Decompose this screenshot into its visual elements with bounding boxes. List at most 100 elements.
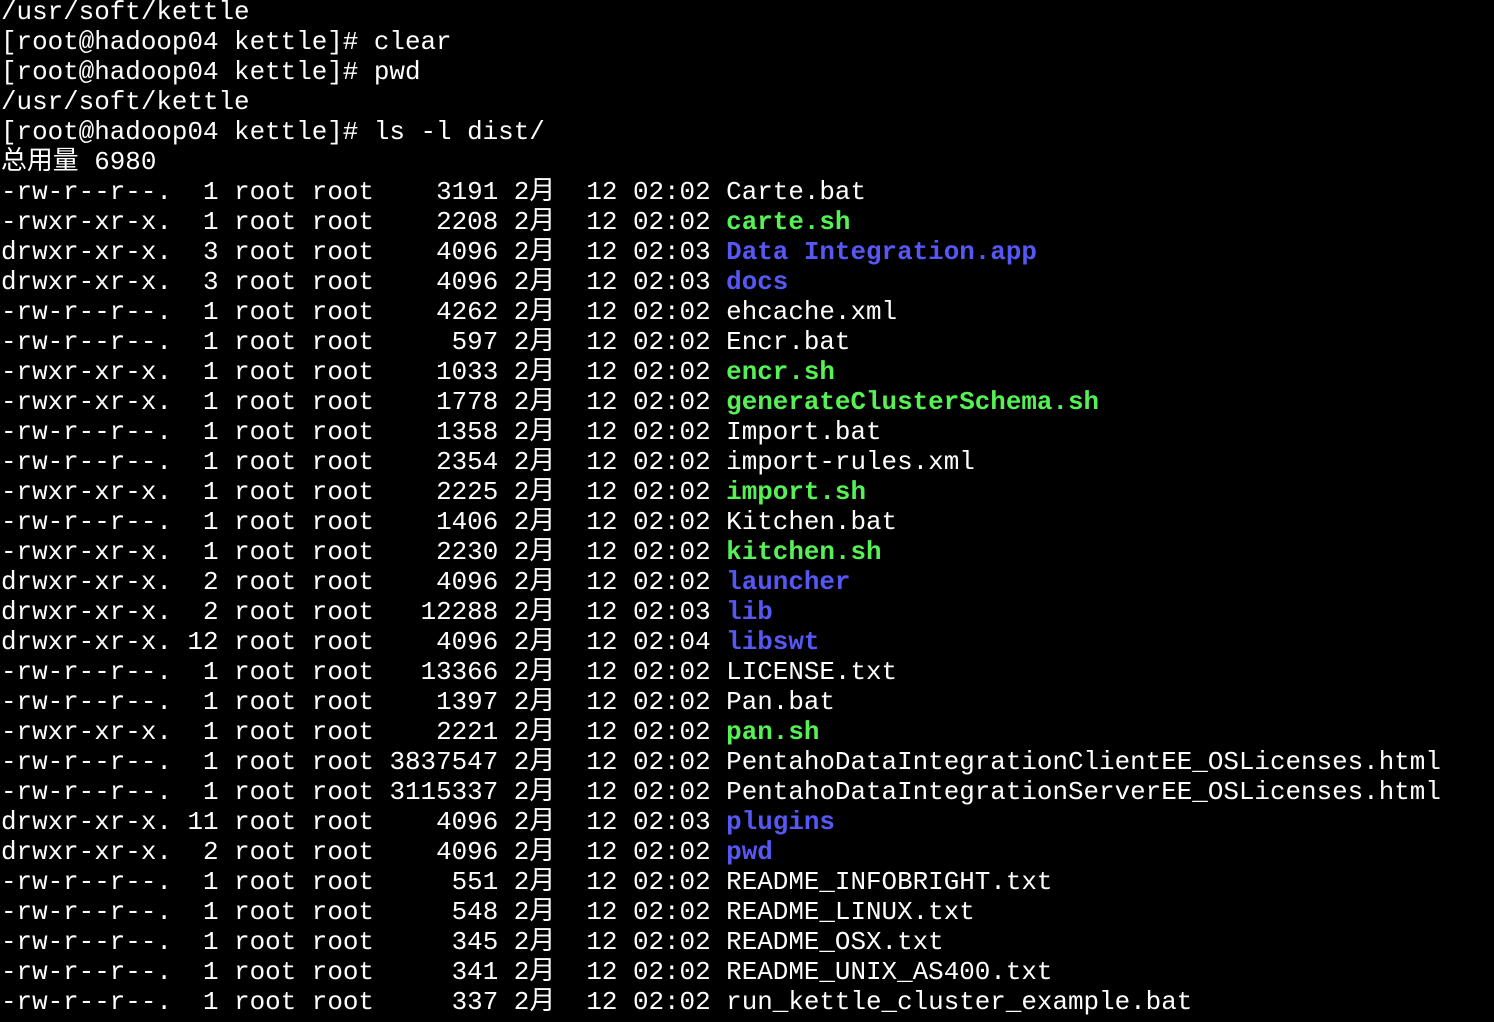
file-size: 1406 [436, 507, 499, 537]
day: 12 [586, 627, 618, 657]
link-count: 1 [202, 207, 219, 237]
owner: root [234, 777, 297, 807]
day: 12 [586, 507, 618, 537]
executable-name: generateClusterSchema.sh [726, 387, 1100, 417]
day: 12 [586, 297, 618, 327]
owner: root [234, 177, 297, 207]
ls-row: -rw-r--r--. 1 root root 551 2月 12 02:02 … [1, 867, 1494, 897]
time: 02:02 [632, 507, 711, 537]
ls-row: -rw-r--r--. 1 root root 3191 2月 12 02:02… [1, 177, 1494, 207]
ls-row: -rw-r--r--. 1 root root 345 2月 12 02:02 … [1, 927, 1494, 957]
day: 12 [586, 357, 618, 387]
time: 02:03 [632, 237, 711, 267]
time: 02:02 [632, 207, 711, 237]
ls-row: -rw-r--r--. 1 root root 3115337 2月 12 02… [1, 777, 1494, 807]
file-size: 341 [451, 957, 499, 987]
file-name: import-rules.xml [726, 447, 975, 477]
owner: root [234, 627, 297, 657]
file-size: 2208 [436, 207, 499, 237]
group: root [311, 477, 374, 507]
time: 02:02 [632, 927, 711, 957]
owner: root [234, 327, 297, 357]
file-size: 3837547 [389, 747, 499, 777]
file-size: 1358 [436, 417, 499, 447]
link-count: 1 [202, 987, 219, 1017]
ls-row: -rw-r--r--. 1 root root 1406 2月 12 02:02… [1, 507, 1494, 537]
permissions: drwxr-xr-x. [1, 807, 172, 837]
link-count: 1 [202, 687, 219, 717]
ls-row: drwxr-xr-x. 3 root root 4096 2月 12 02:03… [1, 267, 1494, 297]
command-line-pwd: [root@hadoop04 kettle]# pwd [1, 57, 421, 87]
ls-row: -rw-r--r--. 1 root root 13366 2月 12 02:0… [1, 657, 1494, 687]
file-size: 4096 [436, 567, 499, 597]
day: 12 [586, 897, 618, 927]
month: 2月 [513, 597, 556, 627]
file-name: ehcache.xml [726, 297, 898, 327]
permissions: -rw-r--r--. [1, 897, 172, 927]
permissions: -rw-r--r--. [1, 417, 172, 447]
link-count: 3 [202, 267, 219, 297]
group: root [311, 297, 374, 327]
month: 2月 [513, 207, 556, 237]
owner: root [234, 867, 297, 897]
month: 2月 [513, 297, 556, 327]
owner: root [234, 507, 297, 537]
directory-name: plugins [726, 807, 835, 837]
permissions: drwxr-xr-x. [1, 597, 172, 627]
link-count: 1 [202, 717, 219, 747]
group: root [311, 717, 374, 747]
day: 12 [586, 957, 618, 987]
link-count: 1 [202, 927, 219, 957]
permissions: -rw-r--r--. [1, 177, 172, 207]
time: 02:02 [632, 657, 711, 687]
time: 02:02 [632, 567, 711, 597]
owner: root [234, 477, 297, 507]
day: 12 [586, 687, 618, 717]
permissions: -rw-r--r--. [1, 867, 172, 897]
permissions: -rw-r--r--. [1, 747, 172, 777]
month: 2月 [513, 507, 556, 537]
directory-name: docs [726, 267, 789, 297]
link-count: 12 [187, 627, 219, 657]
time: 02:02 [632, 477, 711, 507]
ls-row: drwxr-xr-x. 11 root root 4096 2月 12 02:0… [1, 807, 1494, 837]
file-size: 4096 [436, 627, 499, 657]
file-size: 597 [451, 327, 499, 357]
file-size: 4096 [436, 237, 499, 267]
group: root [311, 507, 374, 537]
owner: root [234, 927, 297, 957]
month: 2月 [513, 777, 556, 807]
permissions: -rwxr-xr-x. [1, 357, 172, 387]
file-size: 12288 [420, 597, 499, 627]
link-count: 1 [202, 507, 219, 537]
month: 2月 [513, 987, 556, 1017]
month: 2月 [513, 177, 556, 207]
file-size: 548 [451, 897, 499, 927]
owner: root [234, 447, 297, 477]
executable-name: import.sh [726, 477, 867, 507]
owner: root [234, 897, 297, 927]
group: root [311, 327, 374, 357]
month: 2月 [513, 747, 556, 777]
month: 2月 [513, 837, 556, 867]
time: 02:02 [632, 537, 711, 567]
ls-row: drwxr-xr-x. 2 root root 4096 2月 12 02:02… [1, 837, 1494, 867]
permissions: drwxr-xr-x. [1, 567, 172, 597]
time: 02:03 [632, 597, 711, 627]
link-count: 2 [202, 597, 219, 627]
group: root [311, 537, 374, 567]
link-count: 1 [202, 297, 219, 327]
link-count: 3 [202, 237, 219, 267]
file-size: 4096 [436, 267, 499, 297]
permissions: drwxr-xr-x. [1, 627, 172, 657]
file-size: 2354 [436, 447, 499, 477]
terminal-window[interactable]: /usr/soft/kettle [root@hadoop04 kettle]#… [0, 0, 1494, 1019]
day: 12 [586, 657, 618, 687]
owner: root [234, 387, 297, 417]
group: root [311, 687, 374, 717]
group: root [311, 357, 374, 387]
time: 02:02 [632, 297, 711, 327]
time: 02:02 [632, 177, 711, 207]
owner: root [234, 297, 297, 327]
file-size: 2221 [436, 717, 499, 747]
